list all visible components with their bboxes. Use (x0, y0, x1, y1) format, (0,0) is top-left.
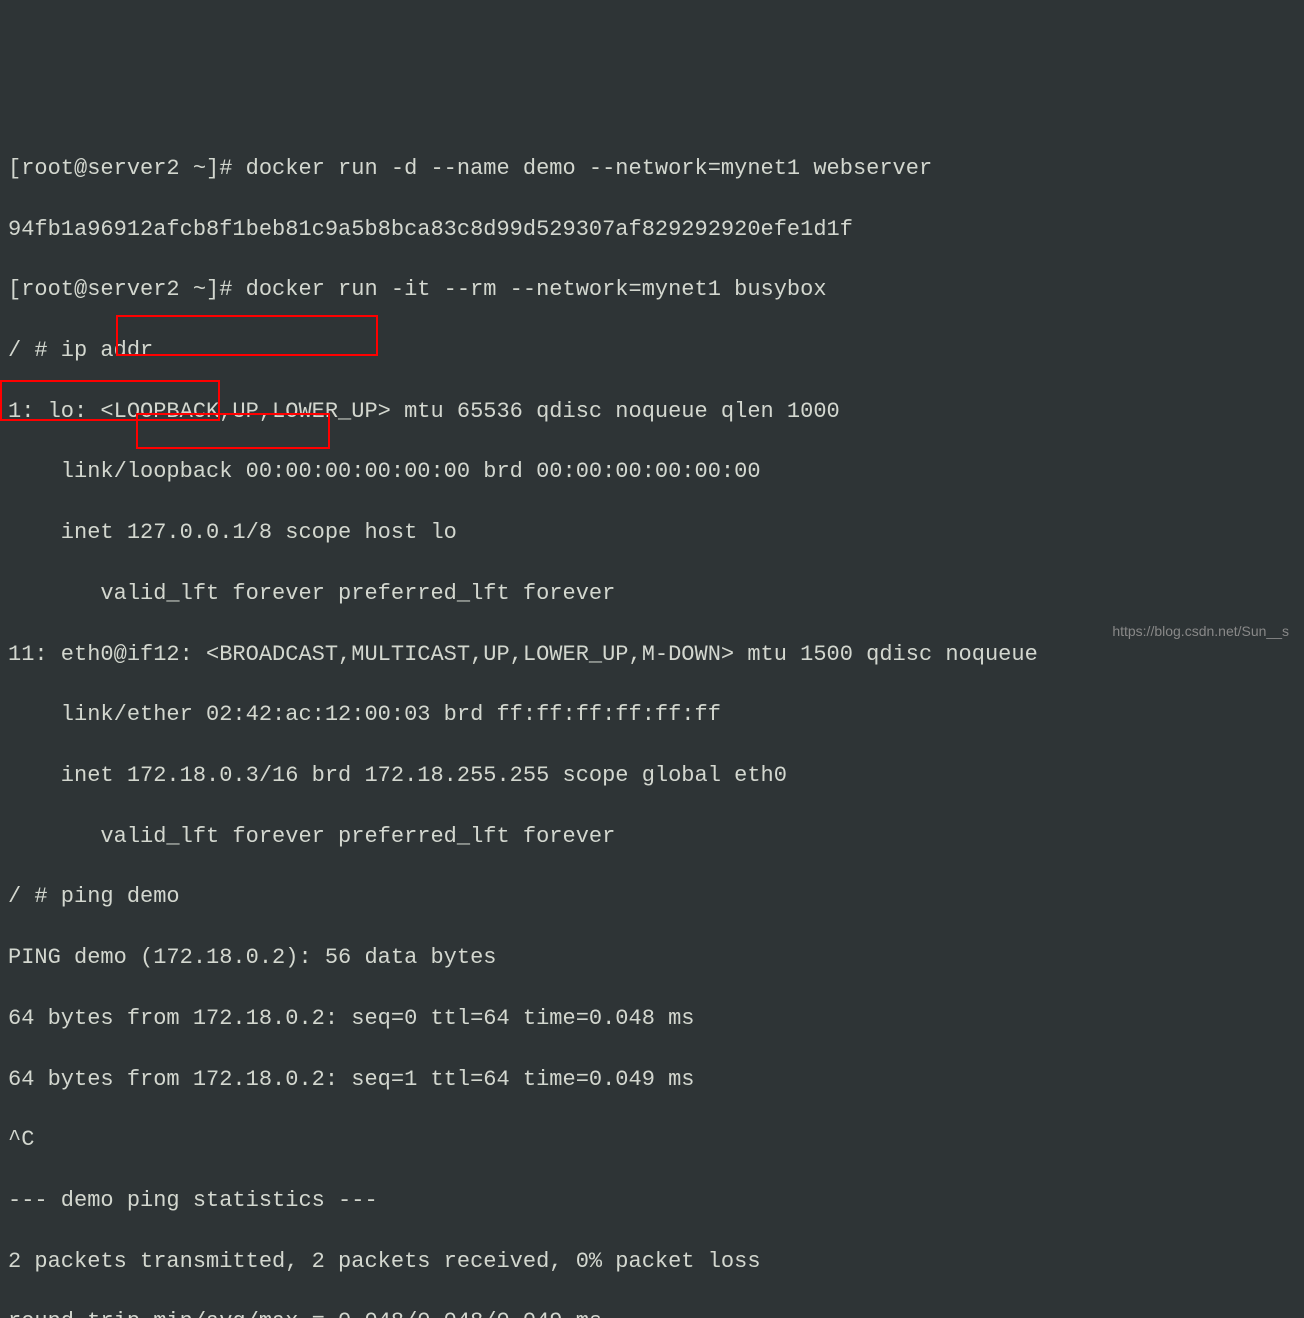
watermark: https://blog.csdn.net/Sun__s (1112, 622, 1289, 641)
terminal-line: [root@server2 ~]# docker run -it --rm --… (8, 275, 1296, 305)
terminal-line: --- demo ping statistics --- (8, 1186, 1296, 1216)
terminal-line: valid_lft forever preferred_lft forever (8, 579, 1296, 609)
terminal-line: link/loopback 00:00:00:00:00:00 brd 00:0… (8, 457, 1296, 487)
terminal-line: 2 packets transmitted, 2 packets receive… (8, 1247, 1296, 1277)
terminal-line: 64 bytes from 172.18.0.2: seq=1 ttl=64 t… (8, 1065, 1296, 1095)
terminal-line: 11: eth0@if12: <BROADCAST,MULTICAST,UP,L… (8, 640, 1296, 670)
terminal-line: / # ip addr (8, 336, 1296, 366)
terminal-line: inet 127.0.0.1/8 scope host lo (8, 518, 1296, 548)
terminal-line: inet 172.18.0.3/16 brd 172.18.255.255 sc… (8, 761, 1296, 791)
terminal-line: 94fb1a96912afcb8f1beb81c9a5b8bca83c8d99d… (8, 215, 1296, 245)
terminal-output[interactable]: [root@server2 ~]# docker run -d --name d… (8, 123, 1296, 1318)
terminal-line: 1: lo: <LOOPBACK,UP,LOWER_UP> mtu 65536 … (8, 397, 1296, 427)
terminal-line: PING demo (172.18.0.2): 56 data bytes (8, 943, 1296, 973)
terminal-line: ^C (8, 1125, 1296, 1155)
terminal-line: / # ping demo (8, 882, 1296, 912)
terminal-line: 64 bytes from 172.18.0.2: seq=0 ttl=64 t… (8, 1004, 1296, 1034)
terminal-line: link/ether 02:42:ac:12:00:03 brd ff:ff:f… (8, 700, 1296, 730)
terminal-line: valid_lft forever preferred_lft forever (8, 822, 1296, 852)
terminal-line: round-trip min/avg/max = 0.048/0.048/0.0… (8, 1307, 1296, 1318)
terminal-line: [root@server2 ~]# docker run -d --name d… (8, 154, 1296, 184)
